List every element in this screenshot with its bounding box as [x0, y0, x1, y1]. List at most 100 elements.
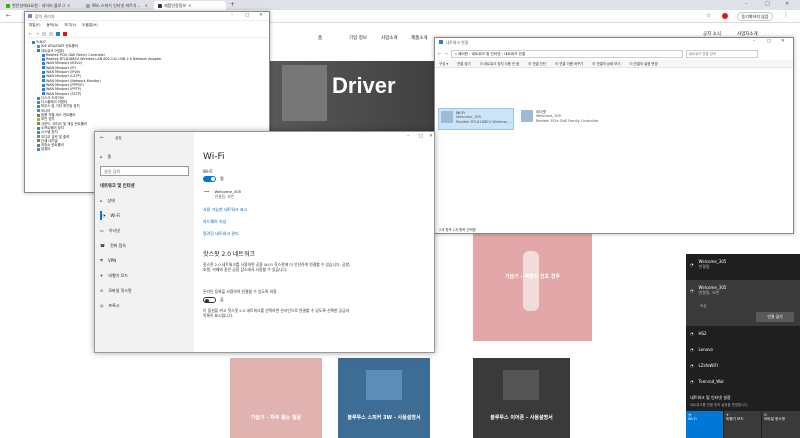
settings-nav-item[interactable]: ◎ 프록시	[100, 301, 120, 310]
device-icon	[37, 126, 40, 130]
maximize-icon[interactable]: □	[419, 134, 423, 139]
search-input[interactable]	[100, 166, 189, 176]
browser-tab[interactable]: 천안성애요요원 : 네이버 블로그 ✕	[2, 1, 80, 10]
minimize-icon[interactable]: –	[753, 39, 755, 44]
device-icon	[37, 49, 40, 53]
network-name: HS2	[698, 331, 707, 336]
settings-home[interactable]: ⌂ 홈	[100, 152, 111, 161]
uninstall-icon[interactable]	[62, 31, 67, 36]
product-card[interactable]: 블루투스 이어폰 - 사용설명서	[473, 358, 570, 438]
tree-expand-icon[interactable]: ⌄	[33, 49, 36, 53]
wifi-toggle[interactable]	[203, 176, 216, 182]
tab-favicon-icon	[6, 3, 10, 8]
new-tab-button[interactable]: +	[230, 1, 235, 8]
nav-business[interactable]: 사업소개	[381, 35, 398, 41]
tree-expand-icon[interactable]: ⌄	[28, 40, 31, 44]
minimize-icon[interactable]: –	[407, 134, 409, 139]
menu-file[interactable]: 파일(F)	[29, 23, 40, 28]
nav-products[interactable]: 제품소개	[411, 35, 428, 41]
hardware-properties-link[interactable]: 하드웨어 속성	[203, 219, 226, 225]
settings-nav-item[interactable]: ☎ 전화 접속	[100, 241, 126, 250]
hotspot-title: 핫스팟 2.0 네트워크	[203, 251, 255, 258]
settings-nav-item[interactable]: ✈ 비행기 모드	[100, 271, 128, 280]
settings-nav-item[interactable]: ◔ Wi-Fi	[100, 211, 120, 220]
star-icon[interactable]: ☆	[706, 12, 711, 19]
wifi-label: Wi-Fi	[203, 169, 213, 174]
properties-link[interactable]: 속성	[700, 304, 707, 309]
quick-action-wifi[interactable]: ◔ Wi-Fi	[686, 411, 723, 438]
adapter-wifi[interactable]: Wi-Fi Welcome_305 Realtek RTL8188EU Wire…	[438, 108, 514, 130]
quick-action-label: 모바일 핫스팟	[764, 417, 785, 421]
device-icon	[37, 117, 40, 121]
forward-arrow-icon[interactable]: →	[35, 31, 38, 36]
settings-nav-item[interactable]: ⛨ VPN	[100, 256, 116, 265]
menu-help[interactable]: 도움말(H)	[82, 23, 97, 28]
refresh-icon[interactable]	[48, 31, 53, 36]
close-icon[interactable]: ✕	[429, 134, 433, 139]
quick-action-hotspot[interactable]: ⊙ 모바일 핫스팟	[762, 411, 800, 438]
minimize-icon[interactable]: –	[745, 1, 748, 7]
adapter-ethernet[interactable]: 이더넷 Welcome_305 Realtek PCIe GbE Family …	[519, 108, 609, 130]
profile-button[interactable]: 동기화하지 않음	[737, 12, 773, 21]
browser-tab[interactable]: Win 스위치 인터넷 파트치료법 ✕	[82, 1, 152, 10]
network-item[interactable]: ◔ Lenovo	[690, 347, 713, 352]
disconnect-button[interactable]: 연결 끊기	[756, 312, 794, 322]
network-item[interactable]: ◔ Teenrod_War	[690, 379, 724, 384]
close-icon[interactable]: ✕	[785, 1, 789, 7]
product-card[interactable]: 가습기 - 자주 묻는 질문	[230, 358, 322, 438]
settings-nav-item[interactable]: ⌂ 상태	[100, 196, 115, 205]
close-icon[interactable]: ✕	[259, 13, 263, 18]
extension-icon[interactable]	[722, 13, 728, 19]
maximize-icon[interactable]: □	[245, 13, 249, 18]
menu-icon[interactable]: ⋮	[783, 11, 789, 18]
device-icon	[42, 53, 45, 57]
status-icon: ⌂	[100, 198, 103, 203]
manage-known-networks-link[interactable]: 알려진 네트워크 관리	[203, 231, 239, 237]
hotspot-toggle[interactable]	[203, 297, 216, 303]
command-bar-item[interactable]: 구성 ▾	[439, 61, 448, 66]
settings-nav-item[interactable]: ⊙ 모바일 핫스팟	[100, 286, 132, 295]
nav-company[interactable]: 기업 정보	[349, 35, 367, 41]
show-networks-link[interactable]: 사용 가능한 네트워크 표시	[203, 207, 247, 213]
back-arrow-icon[interactable]: ←	[29, 31, 32, 36]
device-icon	[37, 148, 40, 152]
tab-close-icon[interactable]: ✕	[67, 3, 70, 8]
settings-nav-item[interactable]: ▭ 이더넷	[100, 226, 120, 235]
product-card[interactable]: 블루투스 스피커 3W - 사용설명서	[338, 358, 430, 438]
network-item-selected[interactable]: ◔ Welcome_305 연결됨, 보안 속성 연결 끊기	[686, 280, 800, 326]
maximize-icon[interactable]: □	[765, 1, 770, 7]
minimize-icon[interactable]: –	[231, 13, 233, 18]
scan-hardware-icon[interactable]	[55, 31, 60, 36]
network-item[interactable]: ◔ Welcome_305 연결됨	[690, 259, 726, 269]
command-bar-item[interactable]: 이 연결 이름 바꾸기	[555, 61, 583, 66]
command-bar-item[interactable]: 이 연결의 상태 보기	[592, 61, 620, 66]
breadcrumb[interactable]: « 제어판 › 네트워크 및 인터넷 › 네트워크 연결	[450, 49, 683, 58]
command-bar-item[interactable]: 이 연결의 설정 변경	[629, 61, 657, 66]
command-bar-item[interactable]: 이 네트워크 장치 사용 안 함	[480, 61, 520, 66]
properties-icon[interactable]	[41, 31, 46, 36]
menu-view[interactable]: 보기(V)	[64, 23, 76, 28]
menu-action[interactable]: 동작(A)	[46, 23, 58, 28]
network-item[interactable]: ◔ LZsfeWIFI	[690, 363, 718, 368]
wifi-current-network[interactable]: ⌔ Welcome_305 연결됨, 보안	[203, 189, 241, 200]
quick-action-airplane[interactable]: ✈ 비행기 모드	[724, 411, 761, 438]
devmgr-app-icon	[28, 14, 32, 18]
tab-close-icon[interactable]: ✕	[145, 3, 148, 8]
quick-action-label: 비행기 모드	[726, 417, 744, 421]
close-icon[interactable]: ✕	[781, 39, 785, 44]
command-bar-item[interactable]: 이 연결 진단	[528, 61, 546, 66]
back-arrow-icon[interactable]: ←	[100, 135, 104, 141]
network-item[interactable]: ◔ HS2	[690, 331, 707, 336]
network-settings-link[interactable]: 네트워크 및 인터넷 설정	[690, 395, 731, 401]
nav-home[interactable]: 홈	[318, 35, 322, 41]
tab-close-icon[interactable]: ✕	[188, 3, 191, 8]
back-arrow-icon[interactable]: ←	[438, 51, 441, 56]
browser-tab-active[interactable]: 제품안정정보 ✕	[154, 1, 226, 10]
tree-expand-icon[interactable]: ›	[33, 147, 36, 151]
command-bar-item[interactable]: 연결 끊기	[457, 61, 471, 66]
device-icon	[37, 139, 40, 143]
search-input[interactable]	[685, 49, 758, 58]
forward-arrow-icon[interactable]: →	[444, 51, 447, 56]
back-arrow-icon[interactable]: ←	[6, 12, 11, 19]
maximize-icon[interactable]: □	[767, 39, 771, 44]
